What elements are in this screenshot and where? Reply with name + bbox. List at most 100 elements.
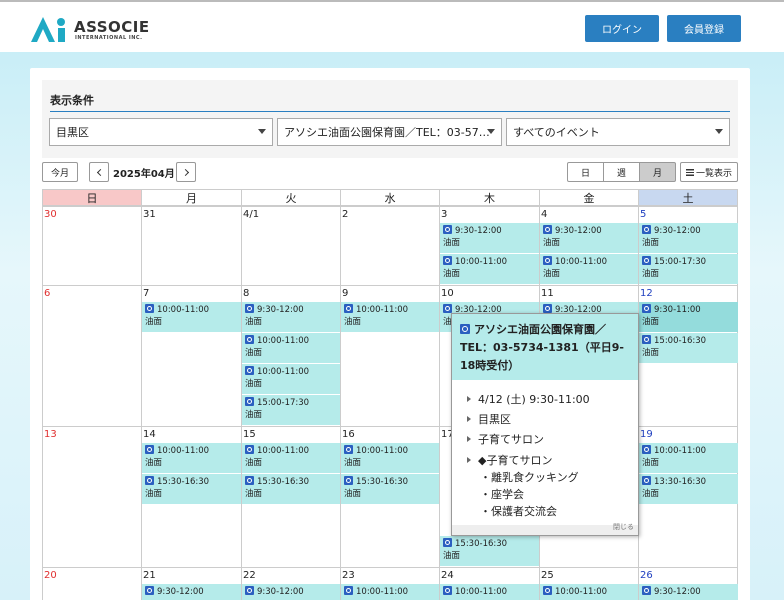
day-number[interactable]: 19 <box>640 428 653 442</box>
day-number[interactable]: 12 <box>640 287 653 301</box>
view-week-button[interactable]: 週 <box>603 162 640 182</box>
event-icon <box>245 586 254 595</box>
calendar-event[interactable]: 10:00-11:00 油面 <box>639 443 738 473</box>
event-icon <box>543 304 552 313</box>
calendar-event[interactable]: 9:30-12:00 油面 <box>540 223 638 253</box>
day-number[interactable]: 31 <box>143 208 156 222</box>
view-list-label: 一覧表示 <box>695 168 732 179</box>
event-icon <box>642 476 651 485</box>
event-icon <box>642 335 651 344</box>
calendar-event[interactable]: 10:00-11:00 油面 <box>142 302 241 332</box>
calendar-event[interactable]: 10:00-11:00 油面 <box>142 443 241 473</box>
calendar-event[interactable]: 10:00-11:00 <box>341 584 439 600</box>
day-number[interactable]: 7 <box>143 287 149 301</box>
this-month-button[interactable]: 今月 <box>42 162 78 182</box>
calendar-event[interactable]: 10:00-11:00 <box>540 584 638 600</box>
calendar-event[interactable]: 10:00-11:00 油面 <box>440 254 539 284</box>
calendar-event[interactable]: 13:30-16:30 油面 <box>639 474 738 504</box>
calendar-event[interactable]: 15:00-17:30 油面 <box>639 254 738 284</box>
calendar-event[interactable]: 15:00-16:30 油面 <box>639 333 738 363</box>
event-icon <box>145 445 154 454</box>
weekday-header: 木 <box>439 189 539 206</box>
calendar-event[interactable]: 15:30-16:30 油面 <box>242 474 340 504</box>
day-number[interactable]: 8 <box>243 287 249 301</box>
calendar-event[interactable]: 10:00-11:00 <box>440 584 539 600</box>
event-place: 油面 <box>245 348 263 358</box>
day-number[interactable]: 24 <box>441 569 454 583</box>
popup-datetime: 4/12 (土) 9:30-11:00 <box>467 392 590 408</box>
day-number[interactable]: 11 <box>541 287 554 301</box>
popup-close-link[interactable]: 閉じる <box>613 522 634 532</box>
event-time: 10:00-11:00 <box>157 446 210 456</box>
facility-select[interactable]: アソシエ油面公園保育園／TEL：03-57… <box>277 118 502 146</box>
day-number[interactable]: 9 <box>342 287 348 301</box>
associe-logo[interactable]: ASSOCIE INTERNATIONAL INC. <box>28 14 168 46</box>
event-time: 10:00-11:00 <box>157 305 210 315</box>
register-button[interactable]: 会員登録 <box>667 15 741 42</box>
grid-line <box>42 285 738 286</box>
event-icon <box>344 476 353 485</box>
day-number[interactable]: 4 <box>541 208 547 222</box>
calendar-event[interactable]: 15:30-16:30 油面 <box>341 474 439 504</box>
day-number[interactable]: 15 <box>243 428 256 442</box>
calendar-event[interactable]: 9:30-12:00 <box>242 584 340 600</box>
event-icon <box>245 397 254 406</box>
area-select[interactable]: 目黒区 <box>49 118 273 146</box>
calendar-event[interactable]: 15:30-16:30 油面 <box>440 536 539 566</box>
calendar-event[interactable]: 10:00-11:00 油面 <box>242 364 340 394</box>
popup-category: 子育てサロン <box>467 432 544 448</box>
day-number[interactable]: 13 <box>44 428 57 442</box>
event-time: 15:30-16:30 <box>157 477 210 487</box>
day-number[interactable]: 14 <box>143 428 156 442</box>
calendar-event[interactable]: 10:00-11:00 油面 <box>341 302 439 332</box>
calendar-event[interactable]: 10:00-11:00 油面 <box>242 443 340 473</box>
view-day-button[interactable]: 日 <box>567 162 604 182</box>
event-time: 10:00-11:00 <box>257 446 310 456</box>
popup-area: 目黒区 <box>467 412 511 428</box>
event-type-select[interactable]: すべてのイベント <box>506 118 730 146</box>
calendar-event[interactable]: 9:30-12:00 油面 <box>242 302 340 332</box>
event-popup: アソシエ油面公園保育園／TEL：03-5734-1381（平日9-18時受付） … <box>451 313 639 536</box>
day-number[interactable]: 4/1 <box>243 208 259 222</box>
day-number[interactable]: 25 <box>541 569 554 583</box>
day-number[interactable]: 26 <box>640 569 653 583</box>
view-list-button[interactable]: 一覧表示 <box>680 162 738 182</box>
day-number[interactable]: 3 <box>441 208 447 222</box>
login-button[interactable]: ログイン <box>585 15 659 42</box>
popup-footer <box>452 525 638 535</box>
event-time: 9:30-12:00 <box>257 305 304 315</box>
calendar-event[interactable]: 9:30-12:00 油面 <box>440 223 539 253</box>
event-icon <box>642 445 651 454</box>
day-number[interactable]: 5 <box>640 208 646 222</box>
event-icon <box>443 586 452 595</box>
next-month-button[interactable] <box>176 162 196 182</box>
calendar-event[interactable]: 9:30-11:00 油面 <box>639 302 738 332</box>
calendar-event[interactable]: 10:00-11:00 油面 <box>540 254 638 284</box>
calendar-event[interactable]: 15:00-17:30 油面 <box>242 395 340 425</box>
calendar-event[interactable]: 15:30-16:30 油面 <box>142 474 241 504</box>
chevron-left-icon <box>96 168 104 176</box>
calendar-event[interactable]: 10:00-11:00 油面 <box>242 333 340 363</box>
calendar-event[interactable]: 9:30-12:00 <box>142 584 241 600</box>
day-number[interactable]: 21 <box>143 569 156 583</box>
logo-name: ASSOCIE <box>74 18 150 36</box>
day-number[interactable]: 30 <box>44 208 57 222</box>
calendar-event[interactable]: 9:30-12:00 油面 <box>639 223 738 253</box>
day-number[interactable]: 23 <box>342 569 355 583</box>
event-icon <box>145 476 154 485</box>
event-time: 9:30-12:00 <box>555 226 602 236</box>
calendar-event[interactable]: 9:30-12:00 <box>639 584 738 600</box>
prev-month-button[interactable] <box>89 162 109 182</box>
day-number[interactable]: 22 <box>243 569 256 583</box>
day-number[interactable]: 16 <box>342 428 355 442</box>
event-time: 10:00-11:00 <box>356 446 409 456</box>
event-time: 9:30-12:00 <box>157 587 204 597</box>
weekday-header: 金 <box>539 189 638 206</box>
day-number[interactable]: 2 <box>342 208 348 222</box>
day-number[interactable]: 20 <box>44 569 57 583</box>
day-number[interactable]: 6 <box>44 287 50 301</box>
day-number[interactable]: 10 <box>441 287 454 301</box>
filter-divider <box>50 111 730 112</box>
calendar-event[interactable]: 10:00-11:00 油面 <box>341 443 439 473</box>
view-month-button[interactable]: 月 <box>639 162 676 182</box>
